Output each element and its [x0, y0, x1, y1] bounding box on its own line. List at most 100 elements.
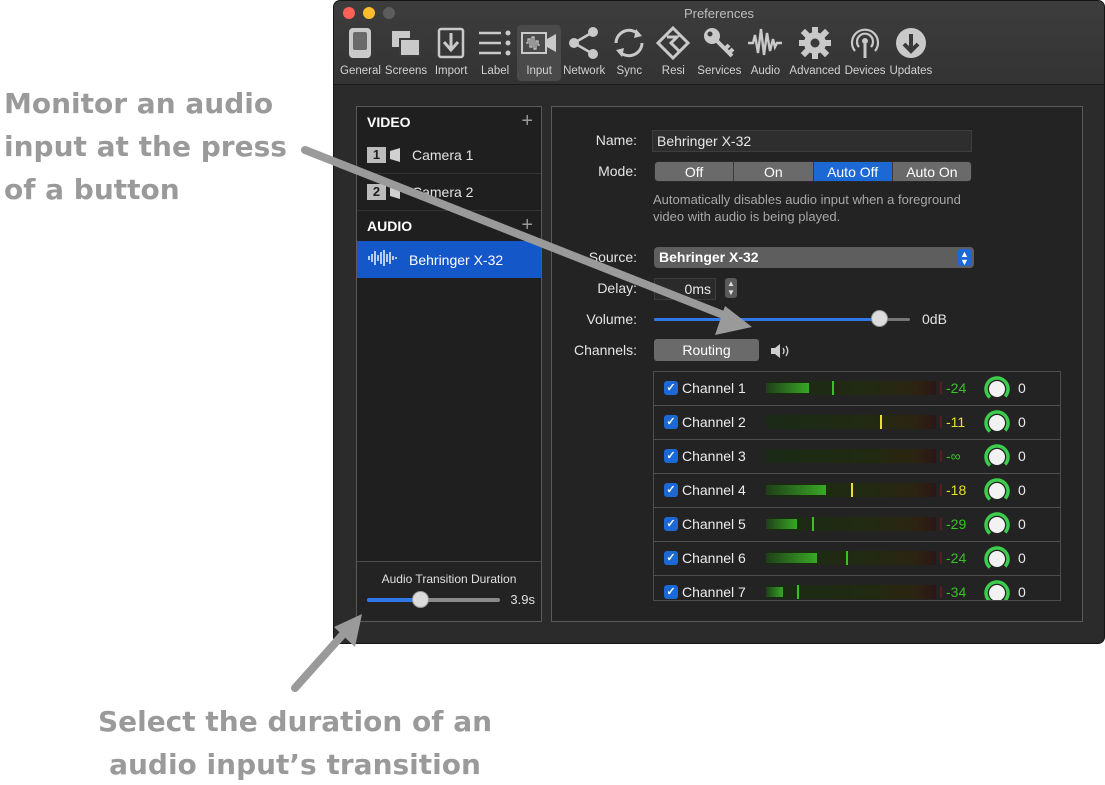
tab-updates[interactable]: Updates: [887, 25, 934, 81]
speaker-monitor-icon[interactable]: [770, 343, 792, 359]
add-video-button[interactable]: +: [521, 107, 533, 135]
tab-label: Label: [481, 65, 510, 77]
channel-level-meter: [766, 449, 936, 463]
video-source-item[interactable]: 2 Camera 2: [357, 174, 541, 211]
mode-option-auto-on[interactable]: Auto On: [892, 162, 971, 181]
channel-checkbox[interactable]: ✓: [664, 517, 678, 531]
video-section-header: VIDEO +: [357, 107, 541, 137]
channel-gain-value: 0: [1018, 482, 1026, 498]
tab-label: Network: [563, 65, 606, 77]
channel-gain-knob[interactable]: [984, 376, 1010, 407]
channel-db-value: -18: [946, 482, 967, 498]
tab-label: Audio: [750, 65, 781, 77]
video-source-item[interactable]: 1 Camera 1: [357, 137, 541, 174]
transition-slider-knob[interactable]: [412, 591, 430, 608]
annotation-monitor-audio: Monitor an audio input at the press of a…: [4, 87, 287, 206]
tab-screens[interactable]: Screens: [383, 25, 429, 81]
channel-level-meter: [766, 517, 936, 531]
channel-clip-indicator: [940, 484, 942, 496]
channel-db-value: -34: [946, 584, 967, 600]
input-sources-sidebar: VIDEO + 1 Camera 1 2 Camera 2 AUDIO + Behri…: [356, 106, 542, 622]
source-value: Behringer X-32: [659, 249, 759, 265]
channel-checkbox[interactable]: ✓: [664, 449, 678, 463]
channel-checkbox[interactable]: ✓: [664, 381, 678, 395]
waveform-icon: [745, 25, 785, 61]
audio-waveform-icon: [367, 249, 401, 270]
channel-checkbox[interactable]: ✓: [664, 483, 678, 497]
channel-checkbox[interactable]: ✓: [664, 551, 678, 565]
camera-number-badge: 2: [367, 184, 386, 200]
mode-option-on[interactable]: On: [734, 162, 814, 181]
tab-import[interactable]: Import: [429, 25, 473, 81]
tab-network[interactable]: Network: [561, 25, 607, 81]
tab-label: Resi: [661, 65, 685, 77]
delay-stepper[interactable]: ▲ ▼: [725, 278, 737, 298]
channel-checkbox[interactable]: ✓: [664, 415, 678, 429]
video-header-label: VIDEO: [367, 114, 411, 130]
add-audio-button[interactable]: +: [521, 211, 533, 239]
transition-duration-value: 3.9s: [510, 592, 535, 607]
channel-row: ✓ Channel 2 -11 0: [654, 406, 1060, 440]
source-select[interactable]: Behringer X-32 ▲ ▼: [654, 247, 974, 268]
channel-gain-knob[interactable]: [984, 580, 1010, 600]
channel-checkbox[interactable]: ✓: [664, 585, 678, 599]
volume-slider[interactable]: [654, 310, 910, 327]
routing-button[interactable]: Routing: [654, 339, 759, 361]
tab-general[interactable]: General: [338, 25, 383, 81]
delay-field[interactable]: 0ms: [654, 278, 716, 300]
channel-gain-value: 0: [1018, 584, 1026, 600]
channel-level-meter: [766, 551, 936, 565]
network-icon: [564, 25, 604, 61]
channel-level-meter: [766, 415, 936, 429]
channel-peak-marker: [832, 381, 835, 395]
tab-sync[interactable]: Sync: [607, 25, 651, 81]
channel-gain-value: 0: [1018, 516, 1026, 532]
audio-header-label: AUDIO: [367, 218, 413, 234]
channel-peak-marker: [796, 585, 799, 599]
tab-label: Services: [697, 65, 742, 77]
channel-level-meter: [766, 585, 936, 599]
channel-gain-knob[interactable]: [984, 512, 1010, 543]
channel-db-value: -24: [946, 550, 967, 566]
channel-clip-indicator: [940, 586, 942, 598]
mode-option-auto-off[interactable]: Auto Off: [813, 162, 893, 181]
general-icon: [340, 25, 380, 61]
camera-number-badge: 1: [367, 147, 386, 163]
channel-meter-fill: [766, 519, 797, 529]
channel-db-value: -24: [946, 380, 967, 396]
volume-value: 0dB: [922, 311, 947, 327]
transition-duration-slider[interactable]: [367, 591, 500, 608]
audio-transition-panel: Audio Transition Duration 3.9s: [357, 561, 541, 621]
window-title: Preferences: [683, 6, 755, 21]
import-icon: [431, 25, 471, 61]
name-field[interactable]: Behringer X-32: [652, 130, 972, 152]
channel-gain-knob[interactable]: [984, 478, 1010, 509]
channel-label: Channel 1: [682, 380, 746, 396]
channel-gain-knob[interactable]: [984, 410, 1010, 441]
channel-gain-knob[interactable]: [984, 546, 1010, 577]
audio-source-item[interactable]: Behringer X-32: [357, 241, 541, 278]
preferences-toolbar: General Screens Import Label Input Network Syn…: [338, 25, 934, 83]
video-list: 1 Camera 1 2 Camera 2: [357, 137, 541, 211]
channel-gain-knob[interactable]: [984, 444, 1010, 475]
channel-row: ✓ Channel 5 -29 0: [654, 508, 1060, 542]
channel-label: Channel 4: [682, 482, 746, 498]
name-label: Name:: [595, 132, 637, 148]
tab-audio[interactable]: Audio: [743, 25, 787, 81]
mode-label: Mode:: [598, 163, 637, 179]
channel-row: ✓ Channel 1 -24 0: [654, 372, 1060, 406]
label-icon: [475, 25, 515, 61]
tab-resi[interactable]: Resi: [651, 25, 695, 81]
chevron-updown-icon: ▲ ▼: [957, 249, 972, 267]
channel-label: Channel 3: [682, 448, 746, 464]
mode-option-off[interactable]: Off: [655, 162, 735, 181]
tab-label[interactable]: Label: [473, 25, 517, 81]
tab-advanced[interactable]: Advanced: [787, 25, 842, 81]
tab-services[interactable]: Services: [695, 25, 743, 81]
volume-label: Volume:: [586, 311, 637, 327]
tab-devices[interactable]: Devices: [843, 25, 888, 81]
channel-peak-marker: [851, 483, 853, 497]
volume-slider-knob[interactable]: [871, 310, 889, 327]
tab-input[interactable]: Input: [517, 25, 562, 81]
video-source-label: Camera 2: [412, 184, 474, 200]
